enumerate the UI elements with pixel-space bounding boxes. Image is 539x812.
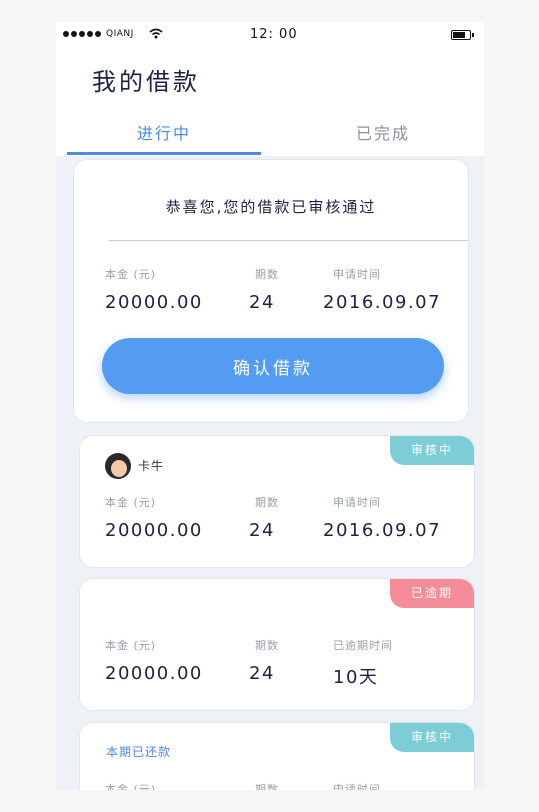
principal-label: 本金 (元) [105,496,157,509]
loan-card[interactable]: 审核中 本期已还款 本金 (元) 期数 申请时间 [79,722,475,790]
periods-value: 24 [249,520,275,541]
status-bar: QIANJ 12: 00 [56,22,484,48]
periods-value: 24 [249,292,275,313]
signal-strength-icon [63,31,101,37]
principal-label: 本金 (元) [105,639,157,652]
tab-in-progress[interactable]: 进行中 [137,120,191,144]
carrier-name: QIANJ [106,29,134,39]
wifi-icon [149,28,163,39]
principal-value: 20000.00 [105,663,203,684]
status-badge: 审核中 [390,723,474,752]
status-badge: 审核中 [390,436,474,465]
overdue-time-value: 10天 [333,667,379,688]
periods-label: 期数 [255,783,279,790]
page-header: 我的借款 进行中 已完成 [56,48,484,156]
principal-label: 本金 (元) [105,783,157,790]
divider [109,240,468,241]
apply-date-label: 申请时间 [333,496,381,509]
page-title: 我的借款 [92,68,200,96]
principal-value: 20000.00 [105,520,203,541]
approval-message: 恭喜您,您的借款已审核通过 [165,198,377,216]
confirm-loan-button[interactable]: 确认借款 [102,338,444,394]
avatar [105,453,131,479]
phone-screen: QIANJ 12: 00 我的借款 进行中 已完成 恭喜您,您的借款已审核通过 … [56,22,484,790]
user-name: 卡牛 [138,459,165,473]
periods-label: 期数 [255,639,279,652]
periods-value: 24 [249,663,275,684]
loan-card[interactable]: 审核中 卡牛 本金 (元) 期数 申请时间 20000.00 24 2016.0… [79,435,475,568]
status-badge: 已逾期 [390,579,474,608]
apply-date-label: 申请时间 [333,783,381,790]
apply-date-value: 2016.09.07 [323,292,442,313]
overdue-time-label: 已逾期时间 [333,639,393,652]
apply-date-label: 申请时间 [333,268,381,281]
approved-loan-card: 恭喜您,您的借款已审核通过 本金 (元) 期数 申请时间 20000.00 24… [73,159,469,423]
status-time: 12: 00 [250,27,298,42]
active-tab-indicator [67,152,261,155]
loan-card[interactable]: 已逾期 本金 (元) 期数 已逾期时间 20000.00 24 10天 [79,578,475,711]
periods-label: 期数 [255,268,279,281]
battery-icon [451,30,474,40]
repaid-note: 本期已还款 [106,745,172,759]
tab-completed[interactable]: 已完成 [356,120,410,144]
apply-date-value: 2016.09.07 [323,520,442,541]
periods-label: 期数 [255,496,279,509]
principal-label: 本金 (元) [105,268,157,281]
principal-value: 20000.00 [105,292,203,313]
